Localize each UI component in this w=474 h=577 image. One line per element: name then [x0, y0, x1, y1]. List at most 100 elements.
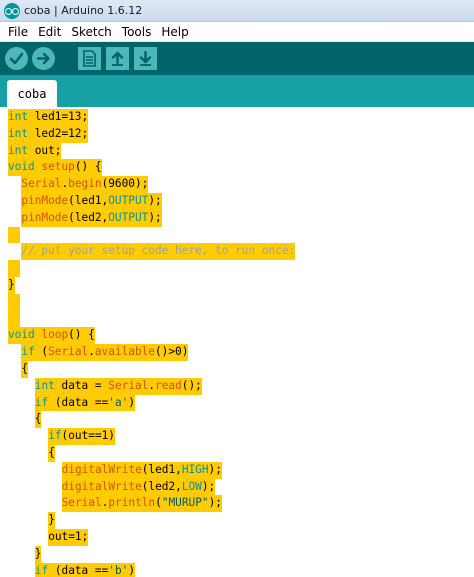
code-line: digitalWrite(led2,LOW);: [61, 478, 216, 496]
code-line: [8, 293, 20, 311]
code-token: );: [201, 479, 216, 493]
code-line: void loop() {: [8, 327, 95, 345]
code-line: int out;: [8, 142, 62, 160]
code-line: {: [34, 411, 42, 429]
window-title: coba | Arduino 1.6.12: [24, 4, 143, 17]
code-line: if (data =='a'): [34, 394, 136, 412]
tab-coba[interactable]: coba: [7, 80, 57, 107]
code-token: digitalWrite: [61, 479, 142, 493]
code-token: ()>0): [155, 345, 189, 359]
code-token: }: [8, 278, 15, 291]
open-icon: [111, 51, 124, 66]
code-token: led2=12;: [28, 126, 89, 140]
code-token: available: [94, 345, 155, 359]
code-token: // put your setup code here, to run once…: [21, 244, 296, 258]
code-token: (out==1): [61, 429, 115, 443]
verify-button[interactable]: [5, 47, 28, 70]
tab-bar: coba: [0, 75, 474, 107]
arduino-logo-icon: [4, 2, 20, 19]
editor-right-edge: [469, 107, 474, 577]
code-line: out=1;: [48, 529, 89, 546]
code-token: void: [8, 328, 35, 342]
save-icon: [139, 51, 152, 66]
code-token: (data ==: [48, 563, 109, 577]
code-line: {: [48, 445, 55, 462]
code-line: }: [8, 277, 15, 294]
menu-help[interactable]: Help: [156, 22, 193, 42]
verify-icon: [9, 52, 24, 65]
code-token: () {: [74, 160, 102, 174]
code-token: Serial: [108, 378, 149, 392]
save-button[interactable]: [134, 47, 157, 70]
code-token: if: [34, 563, 49, 577]
code-token: pinMode: [21, 210, 69, 224]
code-token: out=1;: [48, 530, 89, 543]
code-token: () {: [68, 328, 95, 342]
code-line: // put your setup code here, to run once…: [21, 243, 296, 261]
code-line: pinMode(led1,OUTPUT);: [21, 193, 162, 210]
code-token: println: [108, 496, 156, 510]
code-token: Serial: [21, 177, 62, 191]
upload-button[interactable]: [32, 47, 55, 70]
code-token: (led2,: [141, 479, 182, 493]
code-token: ();: [181, 378, 202, 392]
code-token: LOW: [181, 479, 202, 493]
title-bar: coba | Arduino 1.6.12: [0, 0, 474, 22]
code-line: }: [48, 512, 55, 529]
code-token: if: [21, 345, 35, 359]
code-token: loop: [41, 328, 69, 342]
code-token: {: [21, 362, 29, 375]
toolbar: [0, 42, 474, 75]
code-token: );: [148, 194, 162, 207]
code-token: );: [208, 496, 222, 510]
menu-sketch[interactable]: Sketch: [66, 22, 116, 42]
menu-bar: File Edit Sketch Tools Help: [0, 22, 474, 42]
code-token: {: [48, 446, 55, 459]
code-token: (9600);: [101, 177, 149, 191]
menu-edit[interactable]: Edit: [33, 22, 66, 42]
code-line: [8, 260, 20, 277]
code-token: "MURUP": [161, 496, 209, 510]
code-line: [8, 310, 20, 328]
menu-tools[interactable]: Tools: [117, 22, 157, 42]
code-token: setup: [41, 160, 75, 174]
code-line: int led2=12;: [8, 125, 89, 143]
code-token: ): [128, 563, 136, 577]
code-line: Serial.println("MURUP");: [61, 495, 222, 513]
code-line: if(out==1): [48, 428, 115, 445]
code-line: if (data =='b'): [34, 562, 136, 577]
code-token: led1=13;: [28, 110, 89, 123]
code-token: (data ==: [48, 395, 109, 409]
code-line: Serial.begin(9600);: [21, 176, 149, 193]
code-token: pinMode: [21, 194, 69, 207]
code-token: ): [128, 395, 136, 409]
code-line: }: [34, 545, 42, 563]
open-button[interactable]: [106, 47, 129, 70]
upload-icon: [36, 52, 50, 65]
code-token: void: [8, 160, 35, 174]
code-line: int led1=13;: [8, 109, 89, 126]
menu-file[interactable]: File: [3, 22, 33, 42]
new-button[interactable]: [78, 47, 101, 70]
code-editor[interactable]: int led1=13; int led2=12; int out; void set…: [0, 107, 474, 577]
code-token: 'a': [108, 395, 129, 409]
code-line: if (Serial.available()>0): [21, 344, 189, 361]
code-token: );: [148, 210, 162, 224]
code-token: );: [208, 462, 222, 476]
new-icon: [83, 50, 96, 67]
code-token: (: [34, 345, 49, 359]
code-token: data =: [54, 378, 109, 392]
code-token: 'b': [108, 563, 129, 577]
code-token: Serial: [48, 345, 89, 359]
code-token: begin: [68, 177, 102, 191]
code-token: digitalWrite: [61, 462, 142, 476]
code-token: if: [34, 395, 49, 409]
code-token: .: [88, 345, 95, 359]
code-token: (: [155, 496, 162, 510]
code-token: out;: [28, 143, 62, 157]
code-token: int: [8, 143, 29, 157]
code-token: OUTPUT: [108, 210, 149, 224]
code-token: OUTPUT: [108, 194, 149, 207]
code-token: if: [48, 429, 62, 443]
code-line: pinMode(led2,OUTPUT);: [21, 209, 162, 227]
